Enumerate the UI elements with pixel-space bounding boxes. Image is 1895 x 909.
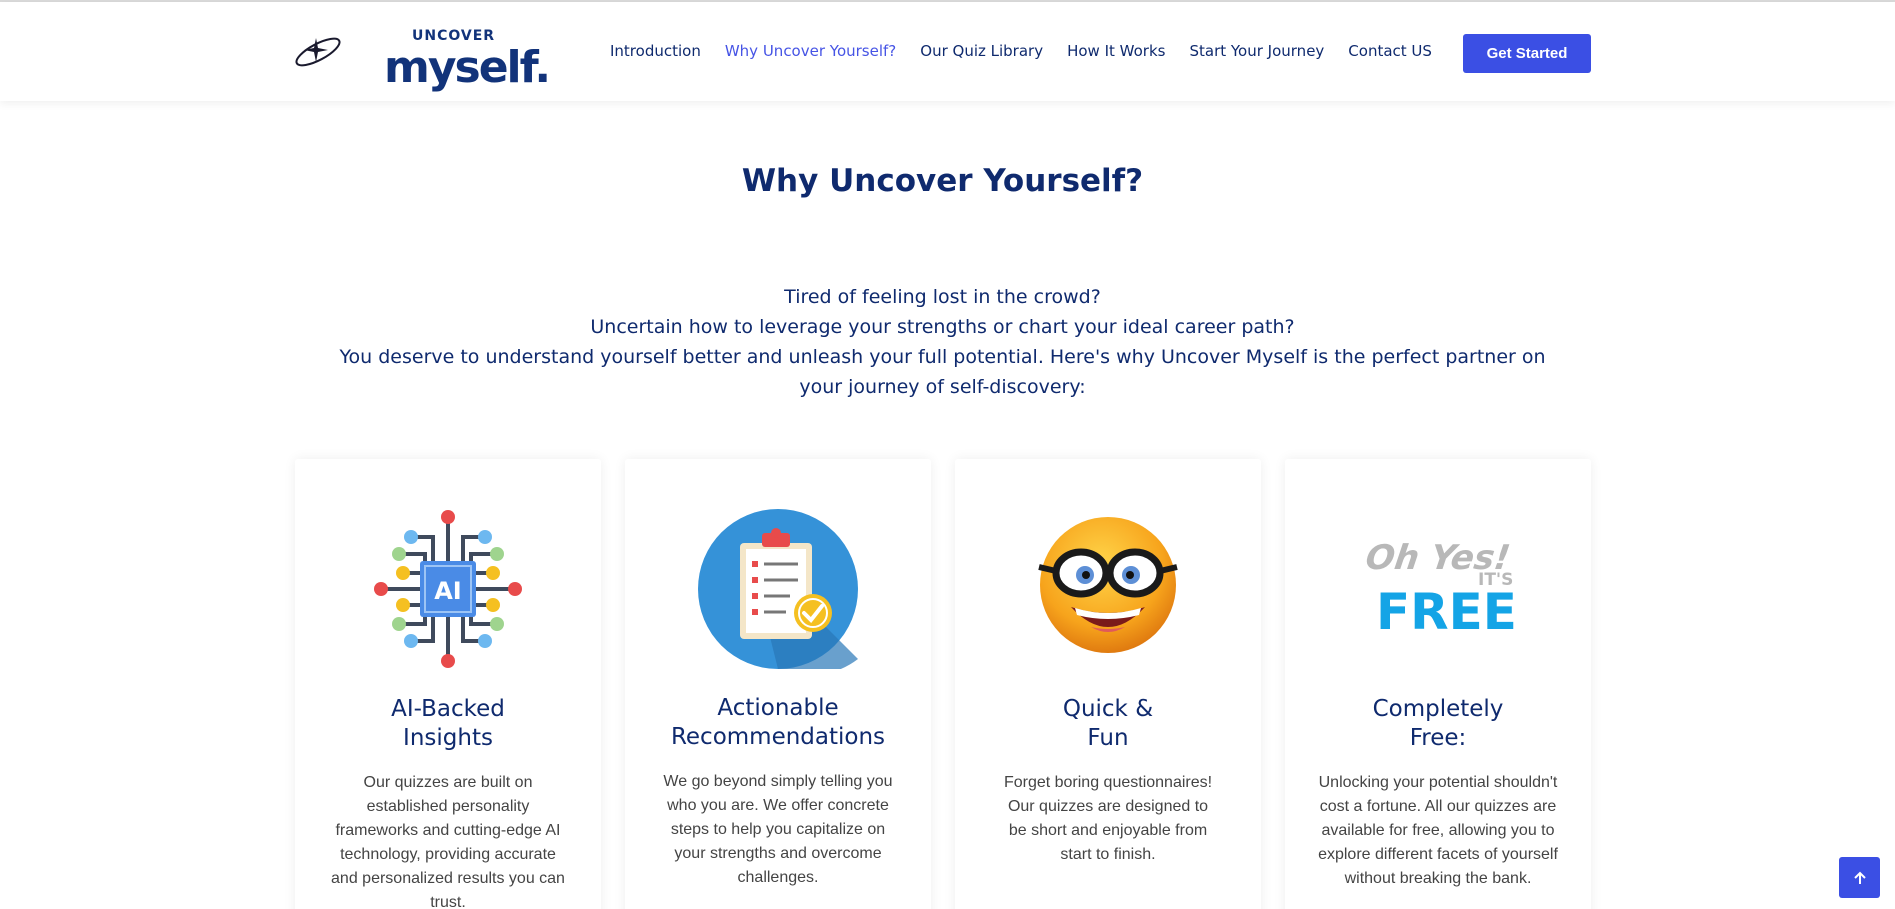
logo-text-big: myself. bbox=[384, 42, 551, 93]
card-body: Unlocking your potential shouldn't cost … bbox=[1318, 774, 1558, 887]
arrow-up-icon bbox=[1853, 871, 1866, 884]
feature-card-ai-insights: AI AI-Backed Insights Our quizzes are bu… bbox=[295, 459, 601, 909]
nav-start-your-journey[interactable]: Start Your Journey bbox=[1189, 42, 1324, 60]
card-title: AI-Backed Insights bbox=[391, 696, 505, 751]
card-title: Quick & Fun bbox=[1062, 696, 1154, 751]
feature-card-free: Oh Yes! IT'S FREE Completely Free: Unloc… bbox=[1285, 459, 1591, 909]
intro-line: You deserve to understand yourself bette… bbox=[339, 346, 1546, 398]
nav-introduction[interactable]: Introduction bbox=[610, 42, 701, 60]
nav-how-it-works[interactable]: How It Works bbox=[1067, 42, 1165, 60]
nav-our-quiz-library[interactable]: Our Quiz Library bbox=[920, 42, 1043, 60]
site-header: UNCOVER myself. Introduction Why Uncover… bbox=[0, 2, 1895, 101]
nav-why-uncover-yourself[interactable]: Why Uncover Yourself? bbox=[725, 42, 896, 60]
free-text-icon: Oh Yes! IT'S FREE bbox=[1363, 538, 1517, 641]
clipboard-checklist-icon bbox=[698, 509, 858, 669]
card-body: Our quizzes are built on established per… bbox=[331, 774, 565, 909]
card-title: Completely Free: bbox=[1372, 696, 1504, 751]
orbit-logo-icon bbox=[295, 37, 341, 67]
get-started-button[interactable]: Get Started bbox=[1463, 34, 1591, 73]
nav-contact-us[interactable]: Contact US bbox=[1348, 42, 1432, 60]
section-intro: Tired of feeling lost in the crowd? Unce… bbox=[320, 282, 1565, 402]
main-nav: Introduction Why Uncover Yourself? Our Q… bbox=[610, 42, 1456, 60]
feature-card-quick-fun: Quick & Fun Forget boring questionnaires… bbox=[955, 459, 1261, 909]
ai-chip-icon: AI bbox=[374, 510, 522, 668]
free-text-free: FREE bbox=[1376, 583, 1517, 641]
card-body: Forget boring questionnaires! Our quizze… bbox=[1003, 774, 1213, 863]
card-body: We go beyond simply telling you who you … bbox=[663, 773, 893, 886]
section-title: Why Uncover Yourself? bbox=[741, 163, 1144, 199]
intro-line: Uncertain how to leverage your strengths… bbox=[590, 316, 1295, 338]
site-logo[interactable]: UNCOVER myself. bbox=[292, 24, 551, 90]
ai-chip-label: AI bbox=[434, 577, 462, 605]
scroll-to-top-button[interactable] bbox=[1839, 857, 1880, 898]
smiley-glasses-icon bbox=[1038, 517, 1178, 653]
feature-card-recommendations: Actionable Recommendations We go beyond … bbox=[625, 459, 931, 909]
card-title: Actionable Recommendations bbox=[670, 695, 886, 750]
intro-line: Tired of feeling lost in the crowd? bbox=[784, 286, 1101, 308]
